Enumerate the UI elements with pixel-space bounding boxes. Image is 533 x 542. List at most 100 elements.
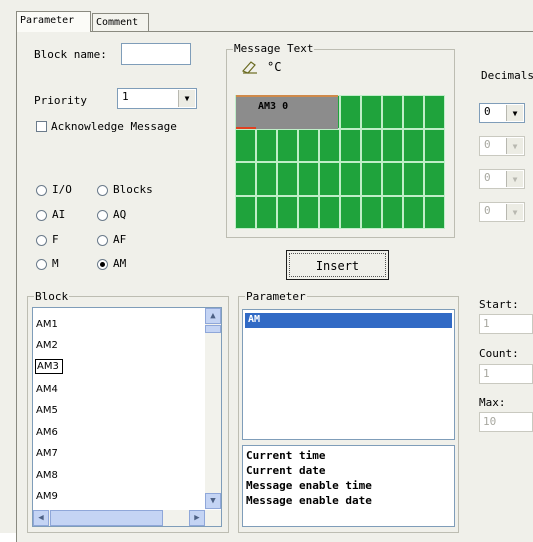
decimals-value-3: 0 xyxy=(484,171,491,184)
radio-ai[interactable] xyxy=(36,210,47,221)
list-item[interactable]: Current time xyxy=(246,449,325,462)
message-cell-top-border xyxy=(236,95,338,97)
message-grid-cell[interactable] xyxy=(319,195,340,229)
list-item-selected[interactable]: AM3 xyxy=(35,359,63,374)
message-grid-cell[interactable] xyxy=(319,128,340,162)
message-grid-cell[interactable] xyxy=(361,195,382,229)
message-grid-cell[interactable] xyxy=(424,162,445,196)
message-grid-cell[interactable] xyxy=(382,95,403,129)
message-grid-cell[interactable] xyxy=(403,195,424,229)
start-value: 1 xyxy=(483,317,490,330)
message-grid-cell[interactable] xyxy=(424,128,445,162)
tab-parameter[interactable]: Parameter xyxy=(16,11,91,32)
message-grid-cell[interactable] xyxy=(382,162,403,196)
list-item[interactable]: AM9 xyxy=(36,491,58,502)
scroll-down-icon[interactable]: ▼ xyxy=(205,493,221,509)
start-label: Start: xyxy=(479,298,519,311)
message-grid-cell[interactable] xyxy=(298,195,319,229)
insert-button-label: Insert xyxy=(289,253,386,277)
parameter-list[interactable]: AM xyxy=(242,309,455,440)
message-cursor xyxy=(236,127,256,129)
block-list[interactable]: AM1 AM2 AM3 AM4 AM5 AM6 AM7 AM8 AM9 ▲ ▼ … xyxy=(32,307,222,527)
count-field: 1 xyxy=(479,364,533,384)
message-grid-cell[interactable] xyxy=(256,128,277,162)
radio-aq-label: AQ xyxy=(113,208,127,221)
message-grid-cell[interactable] xyxy=(424,195,445,229)
message-grid-cell[interactable] xyxy=(256,195,277,229)
message-grid-cell[interactable] xyxy=(340,162,361,196)
message-grid-cell[interactable] xyxy=(340,95,361,129)
max-label: Max: xyxy=(479,396,506,409)
scroll-thumb-horizontal[interactable] xyxy=(50,510,163,526)
start-field: 1 xyxy=(479,314,533,334)
message-grid-cell[interactable] xyxy=(361,128,382,162)
message-grid-cell[interactable] xyxy=(277,128,298,162)
tab-comment-label: Comment xyxy=(96,17,139,28)
horizontal-scrollbar[interactable]: ◀ ▶ xyxy=(33,510,221,526)
radio-f[interactable] xyxy=(36,235,47,246)
radio-am[interactable] xyxy=(97,259,108,270)
block-name-input[interactable] xyxy=(121,43,191,65)
degree-celsius-button[interactable]: °C xyxy=(267,60,281,74)
message-grid-cell[interactable] xyxy=(382,195,403,229)
scroll-left-icon[interactable]: ◀ xyxy=(33,510,49,526)
message-grid-cell[interactable] xyxy=(403,162,424,196)
list-item[interactable]: AM6 xyxy=(36,427,58,438)
decimals-label: Decimals xyxy=(481,69,533,82)
list-item[interactable]: AM1 xyxy=(36,319,58,330)
max-field: 10 xyxy=(479,412,533,432)
list-item[interactable]: AM7 xyxy=(36,448,58,459)
insert-button[interactable]: Insert xyxy=(286,250,389,280)
list-item[interactable]: AM4 xyxy=(36,384,58,395)
message-grid-cell[interactable] xyxy=(235,162,256,196)
message-grid-cell[interactable] xyxy=(340,195,361,229)
radio-am-label: AM xyxy=(113,257,127,270)
message-grid-cell[interactable] xyxy=(256,162,277,196)
message-grid-cell[interactable] xyxy=(235,195,256,229)
decimals-select-4: 0 ▼ xyxy=(479,202,525,222)
decimals-value-2: 0 xyxy=(484,138,491,151)
message-grid-cell[interactable] xyxy=(235,128,256,162)
message-grid-cell[interactable] xyxy=(403,128,424,162)
radio-aq[interactable] xyxy=(97,210,108,221)
message-grid-cell[interactable] xyxy=(277,162,298,196)
message-grid-cell[interactable] xyxy=(403,95,424,129)
block-name-label: Block name: xyxy=(34,48,107,61)
message-grid-cell[interactable] xyxy=(277,195,298,229)
chevron-down-icon: ▼ xyxy=(506,204,523,220)
chevron-down-icon: ▼ xyxy=(506,138,523,154)
radio-io[interactable] xyxy=(36,185,47,196)
message-grid-cell[interactable] xyxy=(361,95,382,129)
count-label: Count: xyxy=(479,347,519,360)
list-item[interactable]: AM8 xyxy=(36,470,58,481)
list-item[interactable]: AM5 xyxy=(36,405,58,416)
radio-m[interactable] xyxy=(36,259,47,270)
message-grid-cell[interactable] xyxy=(319,162,340,196)
scroll-up-icon[interactable]: ▲ xyxy=(205,308,221,324)
decimals-value-4: 0 xyxy=(484,204,491,217)
message-grid-cell[interactable] xyxy=(298,128,319,162)
message-grid-cell[interactable] xyxy=(361,162,382,196)
message-grid-cell[interactable] xyxy=(424,95,445,129)
radio-blocks[interactable] xyxy=(97,185,108,196)
list-item[interactable]: AM2 xyxy=(36,340,58,351)
eraser-icon[interactable] xyxy=(241,60,259,74)
priority-select[interactable]: 1 ▼ xyxy=(117,88,197,109)
list-item[interactable]: Message enable time xyxy=(246,479,372,492)
acknowledge-checkbox[interactable] xyxy=(36,121,47,132)
scroll-thumb[interactable] xyxy=(205,325,221,333)
message-cell-text: AM3 0 xyxy=(258,101,289,112)
radio-f-label: F xyxy=(52,233,59,246)
message-grid-cell[interactable] xyxy=(382,128,403,162)
message-grid-cell[interactable] xyxy=(298,162,319,196)
tab-comment[interactable]: Comment xyxy=(92,13,149,32)
radio-af[interactable] xyxy=(97,235,108,246)
vertical-scrollbar[interactable]: ▲ ▼ xyxy=(205,308,221,509)
message-grid-cell[interactable] xyxy=(340,128,361,162)
list-item[interactable]: Message enable date xyxy=(246,494,372,507)
parameter-extra-list[interactable]: Current time Current date Message enable… xyxy=(242,445,455,527)
scroll-right-icon[interactable]: ▶ xyxy=(189,510,205,526)
list-item[interactable]: Current date xyxy=(246,464,325,477)
parameter-selected-row[interactable]: AM xyxy=(245,313,452,328)
decimals-select-1[interactable]: 0 ▼ xyxy=(479,103,525,123)
